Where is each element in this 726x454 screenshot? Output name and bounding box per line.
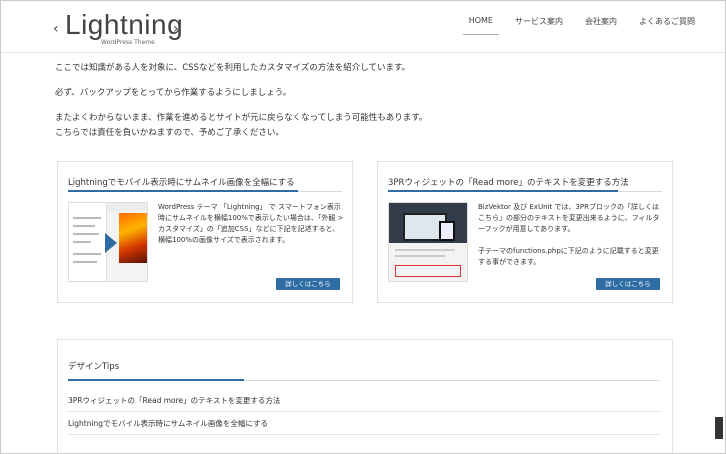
- design-tips-widget: デザインTips 3PRウィジェットの「Read more」のテキストを変更する…: [57, 339, 673, 453]
- scrollbar-handle[interactable]: [715, 417, 723, 439]
- intro-line: 必ず、バックアップをとってから作業するようにしましょう。: [55, 88, 292, 98]
- nav-item-faq[interactable]: よくあるご質問: [639, 16, 695, 35]
- tips-list-item[interactable]: 3PRウィジェットの「Read more」のテキストを変更する方法: [68, 390, 660, 412]
- card-excerpt-text: BizVektor 及び ExUnit では、3PRブロックの「詳しくはこちら」…: [478, 203, 660, 233]
- logo-bracket-left: ‹: [53, 21, 59, 37]
- card-excerpt: WordPress テーマ 「Lightning」 で スマートフォン表示時にサ…: [158, 202, 344, 246]
- intro-line: またよくわからないまま、作業を進めるとサイトが元に戻らなくなってしまう可能性もあ…: [55, 113, 428, 123]
- nav-item-services[interactable]: サービス案内: [515, 16, 563, 35]
- thumb-fire-image: [119, 213, 147, 263]
- card-excerpt-text: 子テーマのfunctions.phpに下記のように記載すると変更する事ができます…: [478, 247, 659, 266]
- arrow-right-icon: [105, 233, 117, 253]
- post-card-thumbnail-fullwidth: Lightningでモバイル表示時にサムネイル画像を全幅にする WordPres…: [57, 161, 353, 303]
- card-excerpt: BizVektor 及び ExUnit では、3PRブロックの「詳しくはこちら」…: [478, 202, 664, 268]
- card-excerpt-text: WordPress テーマ 「Lightning」 で スマートフォン表示時にサ…: [158, 203, 344, 244]
- read-more-button[interactable]: 詳しくはこちら: [596, 278, 660, 290]
- site-header: ‹ Lightning › WordPress Theme HOME サービス案…: [1, 1, 725, 53]
- browser-viewport: ‹ Lightning › WordPress Theme HOME サービス案…: [0, 0, 726, 454]
- logo-wordmark: Lightning: [65, 9, 184, 40]
- logo-bracket-right: ›: [173, 21, 179, 37]
- logo-subtitle: WordPress Theme: [101, 39, 155, 46]
- read-more-button[interactable]: 詳しくはこちら: [276, 278, 340, 290]
- card-thumbnail[interactable]: [68, 202, 148, 282]
- intro-line: ここでは知識がある人を対象に、CSSなどを利用したカスタマイズの方法を紹介してい…: [55, 63, 411, 73]
- card-divider: [388, 190, 662, 192]
- thumb-highlight-box: [395, 265, 461, 277]
- post-card-3pr-readmore: 3PRウィジェットの「Read more」のテキストを変更する方法 BizVek…: [377, 161, 673, 303]
- thumb-tablet: [439, 221, 455, 241]
- widget-title: デザインTips: [68, 362, 120, 372]
- card-title[interactable]: Lightningでモバイル表示時にサムネイル画像を全幅にする: [68, 176, 295, 188]
- intro-text: ここでは知識がある人を対象に、CSSなどを利用したカスタマイズの方法を紹介してい…: [55, 61, 427, 141]
- nav-item-home[interactable]: HOME: [462, 16, 500, 35]
- intro-line: こちらでは責任を負いかねますので、予めご了承ください。: [55, 128, 284, 138]
- thumb-mobile-page: [69, 203, 107, 281]
- card-divider: [68, 190, 342, 192]
- tips-list-item[interactable]: Lightningでモバイル表示時にサムネイル画像を全幅にする: [68, 413, 660, 435]
- widget-divider: [68, 379, 660, 381]
- global-nav: HOME サービス案内 会社案内 よくあるご質問: [447, 16, 695, 35]
- nav-item-company[interactable]: 会社案内: [585, 16, 617, 35]
- card-title[interactable]: 3PRウィジェットの「Read more」のテキストを変更する方法: [388, 176, 629, 188]
- card-thumbnail[interactable]: [388, 202, 468, 282]
